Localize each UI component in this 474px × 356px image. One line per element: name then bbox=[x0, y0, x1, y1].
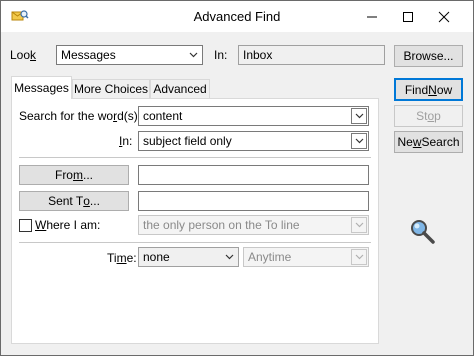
search-words-label: Search for the word(s): bbox=[19, 109, 142, 123]
chevron-down-icon bbox=[351, 108, 367, 124]
sent-to-field[interactable] bbox=[138, 191, 369, 211]
look-dropdown[interactable]: Messages bbox=[56, 45, 203, 65]
search-in-value: subject field only bbox=[143, 134, 232, 148]
title-bar[interactable]: Advanced Find bbox=[1, 1, 473, 32]
chevron-down-icon bbox=[185, 47, 201, 63]
time-range-dropdown[interactable]: Anytime bbox=[243, 247, 369, 267]
where-i-am-value: the only person on the To line bbox=[143, 218, 300, 232]
tab-more-choices[interactable]: More Choices bbox=[72, 79, 150, 98]
section-divider bbox=[19, 157, 371, 158]
stop-button[interactable]: St o p bbox=[394, 105, 463, 127]
find-now-button[interactable]: Find Now bbox=[394, 78, 463, 101]
section-divider bbox=[19, 242, 371, 243]
new-search-button[interactable]: Ne w Search bbox=[394, 131, 463, 153]
time-range-value: Anytime bbox=[248, 250, 292, 264]
maximize-button[interactable] bbox=[389, 1, 427, 32]
magnifier-icon bbox=[409, 218, 437, 249]
time-label: Time: bbox=[107, 251, 137, 265]
where-i-am-label: Where I am: bbox=[35, 218, 101, 232]
where-i-am-checkbox[interactable] bbox=[19, 219, 32, 232]
look-label: Look bbox=[10, 48, 37, 62]
search-words-value: content bbox=[143, 109, 183, 123]
close-icon bbox=[438, 11, 450, 23]
chevron-down-icon bbox=[351, 133, 367, 149]
look-value: Messages bbox=[61, 48, 116, 62]
time-field-dropdown[interactable]: none bbox=[138, 247, 239, 267]
minimize-button[interactable] bbox=[353, 1, 391, 32]
in-folder-label: In: bbox=[214, 48, 228, 62]
maximize-icon bbox=[402, 11, 414, 23]
time-value: none bbox=[143, 250, 170, 264]
chevron-down-icon bbox=[221, 249, 237, 265]
advanced-find-window: Advanced Find Look Messages In: Inbox Br… bbox=[0, 0, 474, 356]
tab-advanced[interactable]: Advanced bbox=[150, 79, 210, 98]
search-in-dropdown[interactable]: subject field only bbox=[138, 131, 369, 151]
tab-messages[interactable]: Messages bbox=[11, 76, 72, 99]
browse-button[interactable]: Browse... bbox=[394, 45, 463, 67]
sent-to-button[interactable]: Sent To... bbox=[19, 191, 129, 211]
search-in-label: In: bbox=[119, 134, 133, 148]
close-button[interactable] bbox=[425, 1, 463, 32]
minimize-icon bbox=[366, 11, 378, 23]
where-i-am-dropdown[interactable]: the only person on the To line bbox=[138, 215, 369, 235]
in-folder-field: Inbox bbox=[238, 45, 385, 65]
from-button[interactable]: Fro m... bbox=[19, 165, 129, 185]
from-field[interactable] bbox=[138, 165, 369, 185]
search-words-input[interactable]: content bbox=[138, 106, 369, 126]
chevron-down-icon bbox=[351, 249, 367, 265]
chevron-down-icon bbox=[351, 217, 367, 233]
